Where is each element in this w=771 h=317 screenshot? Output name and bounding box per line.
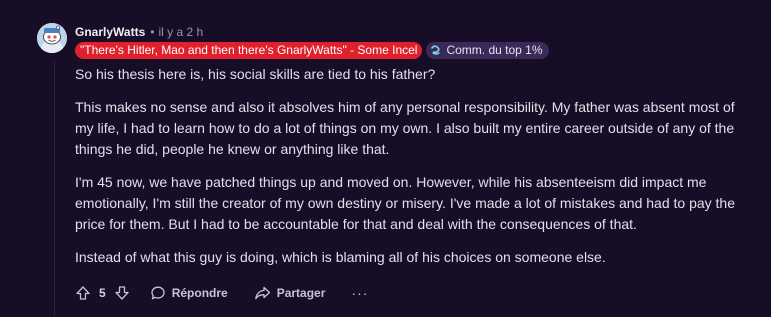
top-commenter-label: Comm. du top 1% xyxy=(446,42,543,57)
more-options-button[interactable]: ··· xyxy=(351,285,368,301)
comment-paragraph: I'm 45 now, we have patched things up an… xyxy=(75,174,736,232)
vote-group: 5 xyxy=(75,285,130,301)
thread-line[interactable] xyxy=(54,62,55,317)
top-commenter-badge[interactable]: Comm. du top 1% xyxy=(426,41,549,59)
comment-paragraph: This makes no sense and also it absolves… xyxy=(75,99,735,157)
arrow-down-icon[interactable] xyxy=(114,285,130,301)
avatar[interactable] xyxy=(37,23,67,53)
reply-label: Répondre xyxy=(171,286,228,300)
timestamp[interactable]: il y a 2 h xyxy=(158,25,203,39)
comment-paragraph: Instead of what this guy is doing, which… xyxy=(75,249,606,265)
flair-row: "There's Hitler, Mao and then there's Gn… xyxy=(75,41,549,59)
comment-header: GnarlyWatts • il y a 2 h xyxy=(75,24,203,40)
top-commenter-icon xyxy=(430,44,442,56)
username[interactable]: GnarlyWatts xyxy=(75,25,145,39)
vote-count: 5 xyxy=(99,286,106,300)
comment-paragraph: So his thesis here is, his social skills… xyxy=(75,66,436,82)
arrow-up-icon[interactable] xyxy=(75,285,91,301)
snoo-avatar-icon xyxy=(37,23,67,53)
comment: GnarlyWatts • il y a 2 h "There's Hitler… xyxy=(0,0,771,317)
user-flair: "There's Hitler, Mao and then there's Gn… xyxy=(75,41,423,59)
comment-body: So his thesis here is, his social skills… xyxy=(75,64,755,268)
ellipsis-icon: ··· xyxy=(351,285,369,301)
share-label: Partager xyxy=(276,286,326,300)
speech-bubble-icon xyxy=(150,285,166,301)
comment-actions: 5 Répondre Partager ··· xyxy=(75,283,368,303)
share-arrow-icon xyxy=(254,285,271,301)
separator-dot: • xyxy=(150,25,155,39)
reply-button[interactable]: Répondre xyxy=(150,285,228,301)
share-button[interactable]: Partager xyxy=(254,285,326,301)
